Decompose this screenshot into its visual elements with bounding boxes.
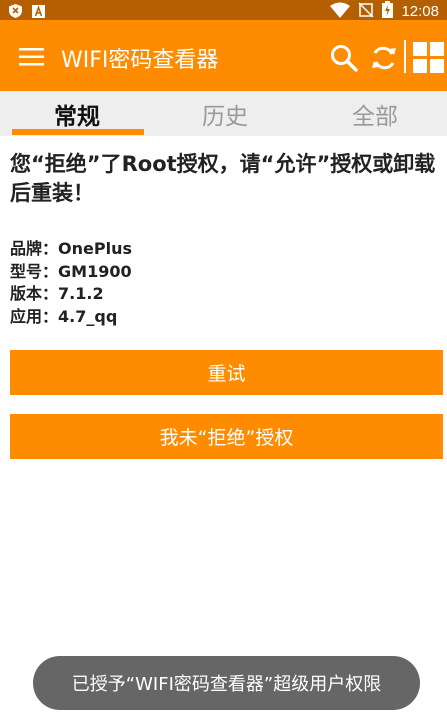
menu-icon[interactable] [19,48,44,70]
info-label: 应用： [10,306,59,326]
app-bar-divider [404,40,406,73]
search-icon[interactable] [330,44,358,76]
tab-selected-indicator [12,129,144,135]
refresh-icon[interactable] [370,44,398,76]
info-value: GM1900 [58,261,132,281]
info-row-version: 版本：7.1.2 [10,283,132,306]
status-bar: 12:08 [0,0,447,20]
info-row-model: 型号：GM1900 [10,261,132,284]
info-row-app: 应用：4.7_qq [10,306,132,329]
tab-all[interactable]: 全部 [352,97,398,131]
info-row-brand: 品牌：OnePlus [10,238,132,261]
info-value: 4.7_qq [58,306,118,326]
app-bar: WIFI密码查看器 [0,20,447,91]
tab-general[interactable]: 常规 [54,97,100,131]
device-info: 品牌：OnePlus 型号：GM1900 版本：7.1.2 应用：4.7_qq [10,238,132,328]
wifi-icon [330,2,351,22]
info-label: 版本： [10,284,59,303]
retry-button[interactable]: 重试 [10,350,443,395]
no-sim-icon [358,1,374,22]
toast-message: 已授予“WIFI密码查看器”超级用户权限 [33,656,420,710]
info-value: OnePlus [58,239,132,258]
root-refused-message: 您“拒绝”了Root授权，请“允许”授权或卸载后重装！ [10,152,436,205]
tab-bar: 常规 历史 全部 [0,91,447,136]
battery-charging-icon [382,1,394,22]
not-refused-button[interactable]: 我未“拒绝”授权 [10,414,443,459]
info-value: 7.1.2 [58,284,104,303]
tab-history[interactable]: 历史 [202,97,248,131]
app-title: WIFI密码查看器 [61,48,219,73]
info-label: 型号： [10,261,59,281]
info-label: 品牌： [10,239,59,258]
status-time: 12:08 [401,3,439,20]
grid-icon[interactable] [413,42,444,77]
